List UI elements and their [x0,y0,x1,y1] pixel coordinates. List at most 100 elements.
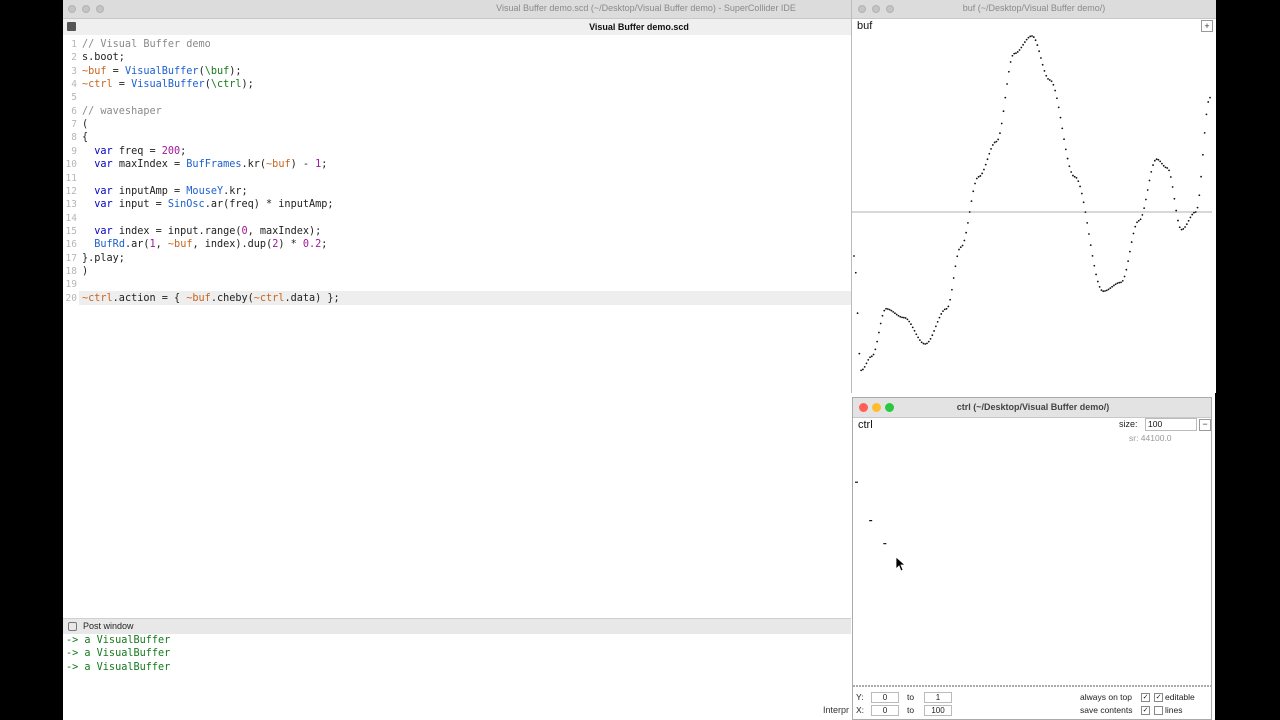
waveform-point [963,239,966,242]
waveform-point [1168,169,1170,172]
save-contents-checkbox[interactable]: ✓ [1141,706,1150,715]
waveform-point [972,190,975,193]
waveform-point [1146,189,1149,191]
waveform-point [863,365,866,368]
waveform-point [1082,201,1085,204]
waveform-point [1205,113,1208,116]
y-max-input[interactable]: 1 [924,692,952,703]
waveform-point [1102,290,1105,293]
code-line[interactable]: s.boot; [82,52,125,63]
waveform-point [1125,268,1128,271]
waveform-point [1178,226,1181,229]
waveform-point [1171,186,1174,188]
code-line[interactable]: { [82,132,88,143]
waveform-point [897,314,900,317]
code-line[interactable]: ~buf = VisualBuffer(\buf); [82,66,242,77]
lines-checkbox[interactable] [1154,706,1163,715]
waveform-point [1038,50,1041,53]
waveform-point [1104,290,1106,292]
always-on-top-checkbox[interactable]: ✓ [1141,693,1150,702]
waveform-point [999,132,1001,135]
waveform-point [1025,38,1028,41]
waveform-point [1084,211,1087,214]
waveform-point [1200,175,1202,178]
waveform-point [1127,260,1130,263]
ctrl-titlebar[interactable]: ctrl (~/Desktop/Visual Buffer demo/) [853,398,1211,418]
code-line[interactable]: // Visual Buffer demo [82,39,211,50]
ctrl-data-plot[interactable] [853,431,1211,689]
waveform-point [1088,233,1090,235]
line-number: 20 [65,292,77,304]
post-window-close-icon[interactable] [68,622,77,631]
x-to-label: to [907,705,915,715]
code-line[interactable]: var maxIndex = BufFrames.kr(~buf) - 1; [82,159,327,170]
waveform-point [1193,211,1195,214]
waveform-point [1121,279,1124,282]
ctrl-collapse-button[interactable]: − [1199,419,1211,431]
waveform-point [924,343,927,345]
waveform-point [1020,46,1023,49]
waveform-point [918,339,921,342]
waveform-point [917,336,919,339]
waveform-point [853,255,855,257]
waveform-point [862,368,864,371]
code-line[interactable]: ~ctrl = VisualBuffer(\ctrl); [82,79,254,90]
code-line[interactable]: ) [82,266,88,277]
x-max-input[interactable]: 100 [924,705,952,716]
line-number: 10 [65,159,77,171]
code-line[interactable]: }.play; [82,253,125,264]
waveform-point [951,288,953,291]
waveform-point [1141,214,1144,216]
waveform-point [988,152,991,155]
waveform-point [975,177,978,180]
waveform-point [968,211,971,213]
waveform-point [1169,176,1172,178]
waveform-point [1009,61,1012,63]
waveform-point [995,140,998,143]
waveform-point [926,342,928,345]
waveform-point [1137,219,1140,222]
post-window[interactable]: -> a VisualBuffer -> a VisualBuffer -> a V… [63,634,851,720]
waveform-point [1045,74,1048,77]
waveform-point [927,340,930,343]
waveform-point [870,355,873,358]
code-line[interactable]: BufRd.ar(1, ~buf, index).dup(2) * 0.2; [82,239,327,250]
waveform-point [874,348,877,351]
code-line[interactable]: ~ctrl.action = { ~buf.cheby(~ctrl.data) … [82,293,340,304]
waveform-point [940,313,943,315]
code-line[interactable]: var input = SinOsc.ar(freq) * inputAmp; [82,199,333,210]
waveform-point [1073,175,1076,178]
x-min-input[interactable]: 0 [871,705,899,716]
waveform-point [1145,198,1147,201]
waveform-point [1201,153,1204,156]
waveform-point [974,182,976,185]
line-number: 5 [71,92,77,104]
waveform-point [1120,281,1122,284]
y-min-input[interactable]: 0 [871,692,899,703]
buf-titlebar[interactable]: buf (~/Desktop/Visual Buffer demo/) [852,0,1216,19]
code-line[interactable]: var inputAmp = MouseY.kr; [82,186,247,197]
code-line[interactable]: // waveshaper [82,106,162,117]
waveform-point [1013,52,1016,55]
line-number: 13 [65,199,77,211]
waveform-point [1061,127,1064,130]
buf-waveform-plot[interactable] [852,34,1216,392]
waveform-point [1029,35,1032,38]
editable-checkbox[interactable]: ✓ [1154,693,1163,702]
code-line[interactable]: var index = input.range(0, maxIndex); [82,226,321,237]
waveform-point [1187,219,1190,222]
waveform-point [1189,216,1192,219]
waveform-point [1068,165,1071,168]
code-line[interactable]: ( [82,119,88,130]
code-line[interactable]: var freq = 200; [82,146,186,157]
waveform-point [881,314,884,317]
code-editor[interactable]: 1 2 3 4 5 6 7 8 9 10 11 12 13 14 15 16 17 18 19 20 // Visua… [63,36,851,616]
size-input[interactable]: 100 [1145,418,1197,431]
waveform-point [888,308,891,311]
waveform-point [958,248,960,251]
buf-expand-button[interactable]: + [1201,20,1213,32]
waveform-point [1096,280,1099,283]
line-number: 7 [71,119,77,131]
lines-label: lines [1165,705,1183,715]
waveform-point [970,200,973,203]
